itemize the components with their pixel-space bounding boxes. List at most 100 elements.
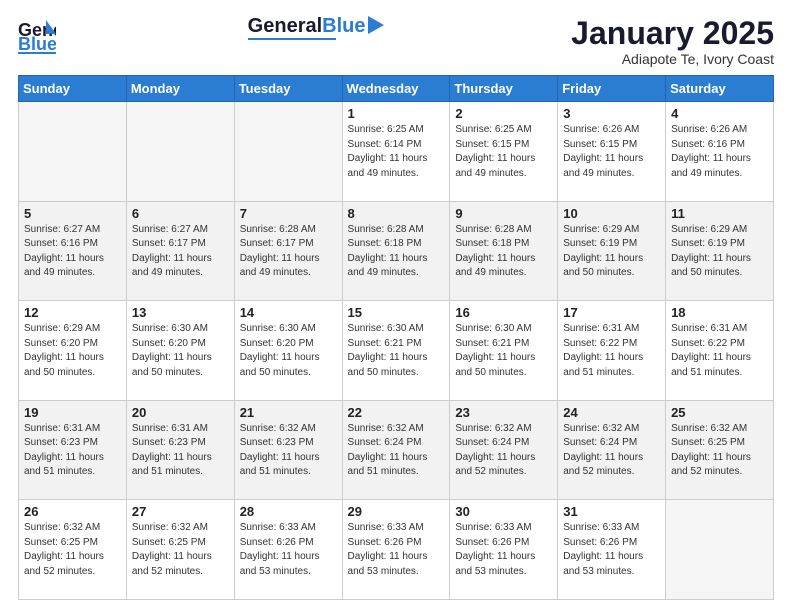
sunset-text: Sunset: 6:22 PM <box>671 337 768 352</box>
day-number: 28 <box>240 504 337 519</box>
logo-text: GeneralBlue <box>248 16 366 36</box>
table-row: 17Sunrise: 6:31 AMSunset: 6:22 PMDayligh… <box>558 301 666 401</box>
daylight-text: Daylight: 11 hours and 51 minutes. <box>671 351 768 380</box>
sunrise-text: Sunrise: 6:33 AM <box>240 521 337 536</box>
sunrise-text: Sunrise: 6:31 AM <box>671 322 768 337</box>
day-info: Sunrise: 6:32 AMSunset: 6:25 PMDaylight:… <box>132 521 229 579</box>
sunrise-text: Sunrise: 6:32 AM <box>671 422 768 437</box>
sunrise-text: Sunrise: 6:31 AM <box>24 422 121 437</box>
daylight-text: Daylight: 11 hours and 49 minutes. <box>348 252 445 281</box>
logo-triangle-icon <box>368 16 384 34</box>
sunrise-text: Sunrise: 6:26 AM <box>671 123 768 138</box>
calendar-table: Sunday Monday Tuesday Wednesday Thursday… <box>18 75 774 600</box>
logo-general: General <box>248 15 322 37</box>
col-saturday: Saturday <box>666 76 774 102</box>
location: Adiapote Te, Ivory Coast <box>571 51 774 67</box>
table-row: 20Sunrise: 6:31 AMSunset: 6:23 PMDayligh… <box>126 400 234 500</box>
sunset-text: Sunset: 6:23 PM <box>240 436 337 451</box>
day-info: Sunrise: 6:27 AMSunset: 6:17 PMDaylight:… <box>132 223 229 281</box>
day-info: Sunrise: 6:31 AMSunset: 6:23 PMDaylight:… <box>24 422 121 480</box>
sunrise-text: Sunrise: 6:31 AM <box>132 422 229 437</box>
sunrise-text: Sunrise: 6:28 AM <box>240 223 337 238</box>
col-sunday: Sunday <box>19 76 127 102</box>
sunset-text: Sunset: 6:25 PM <box>132 536 229 551</box>
sunset-text: Sunset: 6:14 PM <box>348 138 445 153</box>
day-info: Sunrise: 6:33 AMSunset: 6:26 PMDaylight:… <box>455 521 552 579</box>
daylight-text: Daylight: 11 hours and 51 minutes. <box>563 351 660 380</box>
sunrise-text: Sunrise: 6:27 AM <box>132 223 229 238</box>
day-number: 3 <box>563 106 660 121</box>
table-row <box>126 102 234 202</box>
sunset-text: Sunset: 6:17 PM <box>240 237 337 252</box>
header: General Blue GeneralBlue January 2025 Ad… <box>18 16 774 67</box>
day-info: Sunrise: 6:33 AMSunset: 6:26 PMDaylight:… <box>348 521 445 579</box>
sunset-text: Sunset: 6:23 PM <box>24 436 121 451</box>
table-row: 18Sunrise: 6:31 AMSunset: 6:22 PMDayligh… <box>666 301 774 401</box>
day-info: Sunrise: 6:30 AMSunset: 6:20 PMDaylight:… <box>240 322 337 380</box>
table-row: 19 Sunrise: 6:31 AMSunset: 6:23 PMDayligh… <box>19 400 127 500</box>
daylight-text: Daylight: 11 hours and 49 minutes. <box>132 252 229 281</box>
sunrise-text: Sunrise: 6:32 AM <box>24 521 121 536</box>
day-info: Sunrise: 6:32 AMSunset: 6:24 PMDaylight:… <box>455 422 552 480</box>
table-row: 12Sunrise: 6:29 AMSunset: 6:20 PMDayligh… <box>19 301 127 401</box>
day-number: 6 <box>132 206 229 221</box>
sunset-text: Sunset: 6:22 PM <box>563 337 660 352</box>
daylight-text: Daylight: 11 hours and 50 minutes. <box>455 351 552 380</box>
day-number: 23 <box>455 405 552 420</box>
sunset-text: Sunset: 6:23 PM <box>132 436 229 451</box>
table-row: 9Sunrise: 6:28 AMSunset: 6:18 PMDaylight… <box>450 201 558 301</box>
sunrise-text: Sunrise: 6:28 AM <box>348 223 445 238</box>
sunrise-text: Sunrise: 6:30 AM <box>348 322 445 337</box>
daylight-text: Daylight: 11 hours and 49 minutes. <box>240 252 337 281</box>
table-row: 8Sunrise: 6:28 AMSunset: 6:18 PMDaylight… <box>342 201 450 301</box>
table-row: 7Sunrise: 6:28 AMSunset: 6:17 PMDaylight… <box>234 201 342 301</box>
day-number: 20 <box>132 405 229 420</box>
sunrise-text: Sunrise: 6:32 AM <box>348 422 445 437</box>
day-info: Sunrise: 6:32 AMSunset: 6:23 PMDaylight:… <box>240 422 337 480</box>
daylight-text: Daylight: 11 hours and 49 minutes. <box>455 252 552 281</box>
day-info: Sunrise: 6:28 AMSunset: 6:18 PMDaylight:… <box>455 223 552 281</box>
sunrise-text: Sunrise: 6:33 AM <box>563 521 660 536</box>
table-row: 16Sunrise: 6:30 AMSunset: 6:21 PMDayligh… <box>450 301 558 401</box>
day-number: 22 <box>348 405 445 420</box>
table-row: 21Sunrise: 6:32 AMSunset: 6:23 PMDayligh… <box>234 400 342 500</box>
logo-blue: Blue <box>322 15 365 37</box>
sunrise-text: Sunrise: 6:25 AM <box>455 123 552 138</box>
day-info: Sunrise: 6:31 AMSunset: 6:22 PMDaylight:… <box>671 322 768 380</box>
sunset-text: Sunset: 6:15 PM <box>455 138 552 153</box>
day-number: 19 <box>24 405 121 420</box>
col-monday: Monday <box>126 76 234 102</box>
table-row: 30 Sunrise: 6:33 AMSunset: 6:26 PMDayligh… <box>450 500 558 600</box>
title-block: January 2025 Adiapote Te, Ivory Coast <box>571 16 774 67</box>
sunset-text: Sunset: 6:24 PM <box>348 436 445 451</box>
table-row: 1Sunrise: 6:25 AMSunset: 6:14 PMDaylight… <box>342 102 450 202</box>
daylight-text: Daylight: 11 hours and 51 minutes. <box>348 451 445 480</box>
sunrise-text: Sunrise: 6:28 AM <box>455 223 552 238</box>
sunset-text: Sunset: 6:20 PM <box>132 337 229 352</box>
sunrise-text: Sunrise: 6:31 AM <box>563 322 660 337</box>
day-info: Sunrise: 6:33 AMSunset: 6:26 PMDaylight:… <box>240 521 337 579</box>
sunset-text: Sunset: 6:24 PM <box>563 436 660 451</box>
logo-underline <box>248 38 336 40</box>
day-info: Sunrise: 6:26 AMSunset: 6:15 PMDaylight:… <box>563 123 660 181</box>
table-row: 27Sunrise: 6:32 AMSunset: 6:25 PMDayligh… <box>126 500 234 600</box>
day-number: 30 <box>455 504 552 519</box>
daylight-text: Daylight: 11 hours and 53 minutes. <box>563 550 660 579</box>
daylight-text: Daylight: 11 hours and 50 minutes. <box>240 351 337 380</box>
calendar-week-row: 1Sunrise: 6:25 AMSunset: 6:14 PMDaylight… <box>19 102 774 202</box>
day-info: Sunrise: 6:30 AMSunset: 6:21 PMDaylight:… <box>455 322 552 380</box>
day-info: Sunrise: 6:33 AMSunset: 6:26 PMDaylight:… <box>563 521 660 579</box>
daylight-text: Daylight: 11 hours and 50 minutes. <box>24 351 121 380</box>
day-info: Sunrise: 6:29 AMSunset: 6:20 PMDaylight:… <box>24 322 121 380</box>
day-info: Sunrise: 6:32 AMSunset: 6:25 PMDaylight:… <box>671 422 768 480</box>
day-info: Sunrise: 6:25 AMSunset: 6:14 PMDaylight:… <box>348 123 445 181</box>
day-number: 10 <box>563 206 660 221</box>
svg-text:Blue: Blue <box>18 34 56 54</box>
sunset-text: Sunset: 6:26 PM <box>563 536 660 551</box>
day-info: Sunrise: 6:32 AMSunset: 6:24 PMDaylight:… <box>348 422 445 480</box>
sunset-text: Sunset: 6:25 PM <box>24 536 121 551</box>
sunset-text: Sunset: 6:18 PM <box>348 237 445 252</box>
daylight-text: Daylight: 11 hours and 50 minutes. <box>348 351 445 380</box>
daylight-text: Daylight: 11 hours and 49 minutes. <box>563 152 660 181</box>
table-row: 6 Sunrise: 6:27 AMSunset: 6:17 PMDaylight… <box>126 201 234 301</box>
